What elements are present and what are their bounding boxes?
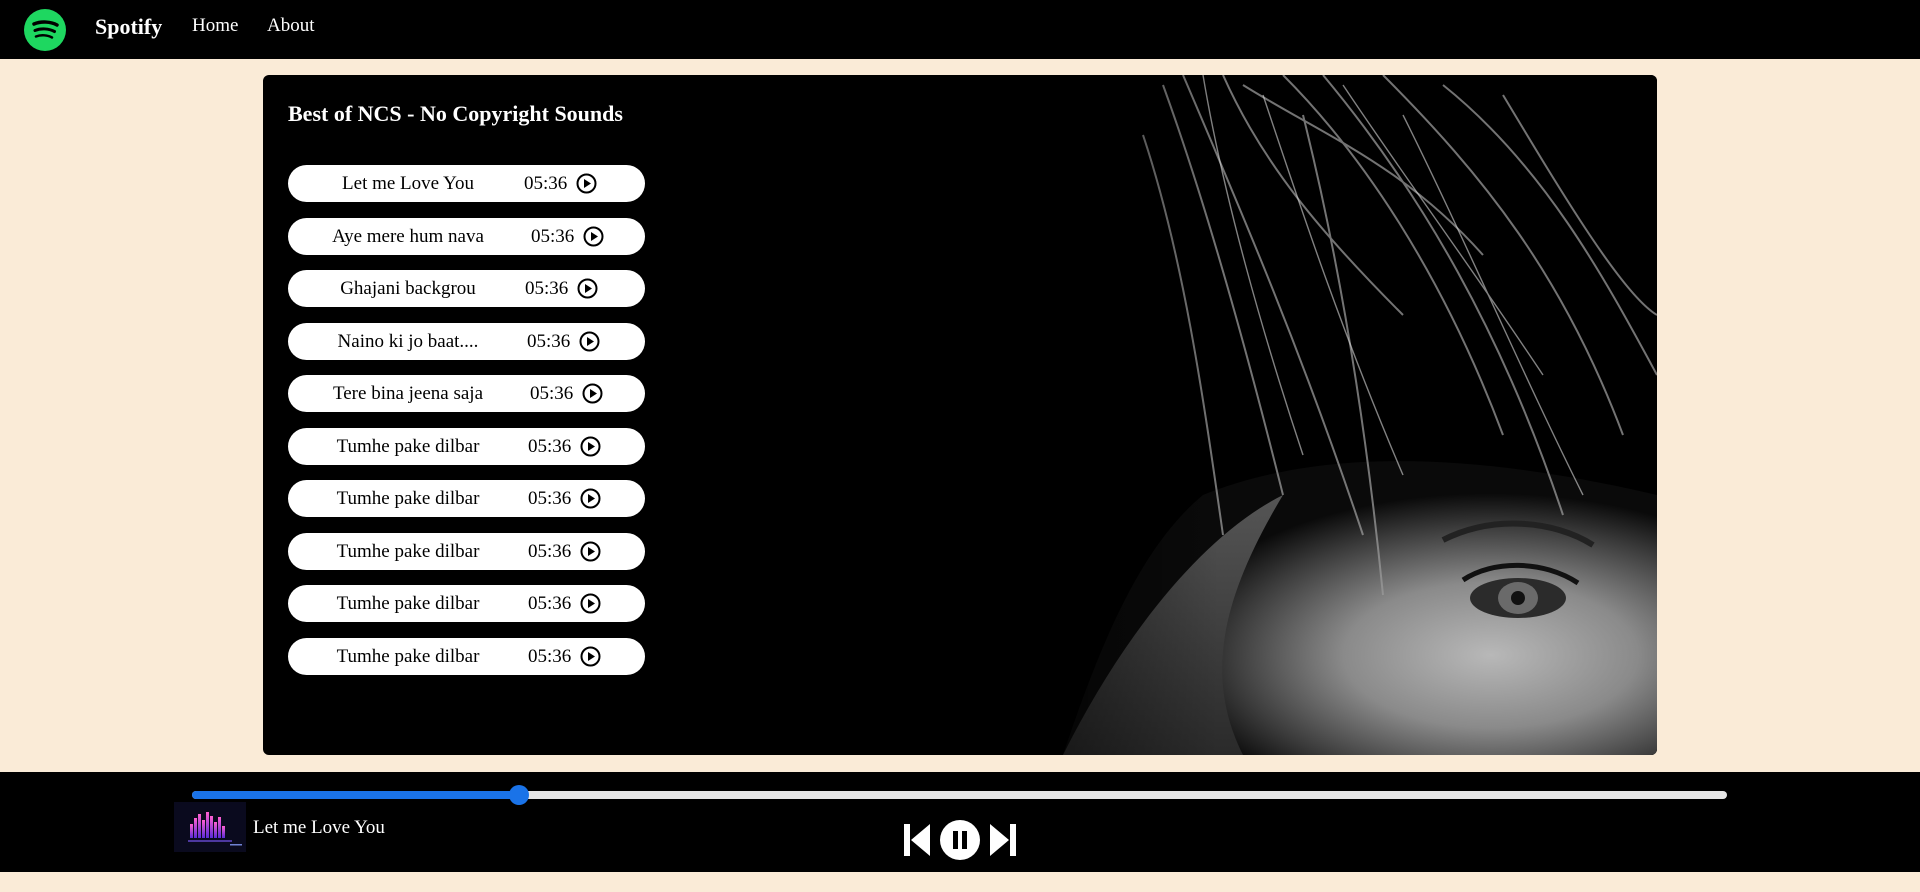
song-name: Naino ki jo baat.... — [337, 330, 479, 352]
song-duration: 05:36 — [525, 278, 569, 299]
pause-icon[interactable] — [939, 819, 981, 861]
song-item[interactable]: Tumhe pake dilbar 05:36 — [288, 480, 645, 517]
song-name: Tumhe pake dilbar — [336, 488, 480, 509]
play-circle-icon[interactable] — [579, 331, 600, 352]
song-duration: 05:36 — [528, 488, 572, 509]
song-duration: 05:36 — [528, 540, 572, 562]
song-item[interactable]: Ghajani backgrou 05:36 — [288, 270, 645, 307]
spotify-logo-icon[interactable] — [24, 9, 66, 51]
song-item[interactable]: Let me Love You 05:36 — [288, 165, 645, 202]
song-name: Tumhe pake dilbar — [336, 593, 480, 614]
song-duration: 05:36 — [528, 435, 572, 457]
song-name: Tere bina jeena saja — [332, 383, 484, 404]
progress-fill — [192, 791, 519, 799]
song-item[interactable]: Naino ki jo baat.... 05:36 — [288, 322, 645, 360]
song-item[interactable]: Tere bina jeena saja 05:36 — [288, 375, 645, 412]
nav-link-about[interactable]: About — [267, 13, 315, 39]
playlist-container: Best of NCS - No Copyright Sounds Let me… — [263, 75, 1657, 755]
player-bar: Let me Love You — [0, 772, 1920, 872]
progress-bar[interactable] — [192, 785, 1727, 805]
next-icon[interactable] — [988, 820, 1018, 860]
song-list: Let me Love You 05:36 Aye mere hum nava … — [288, 165, 645, 690]
song-duration: 05:36 — [528, 593, 572, 614]
now-playing-title: Let me Love You — [253, 817, 385, 838]
song-duration: 05:36 — [528, 645, 572, 667]
nav-link-home[interactable]: Home — [192, 13, 238, 39]
play-circle-icon[interactable] — [580, 436, 601, 457]
play-circle-icon[interactable] — [580, 488, 601, 509]
play-circle-icon[interactable] — [580, 593, 601, 614]
song-item[interactable]: Tumhe pake dilbar 05:36 — [288, 637, 645, 675]
song-item[interactable]: Tumhe pake dilbar 05:36 — [288, 427, 645, 465]
previous-icon[interactable] — [902, 820, 932, 860]
progress-thumb[interactable] — [508, 785, 529, 805]
play-circle-icon[interactable] — [580, 646, 601, 667]
song-item[interactable]: Tumhe pake dilbar 05:36 — [288, 585, 645, 622]
play-circle-icon[interactable] — [576, 173, 597, 194]
song-name: Tumhe pake dilbar — [336, 540, 480, 562]
song-name: Tumhe pake dilbar — [336, 645, 480, 667]
play-circle-icon[interactable] — [577, 278, 598, 299]
play-circle-icon[interactable] — [580, 541, 601, 562]
equalizer-icon — [174, 802, 246, 852]
song-duration: 05:36 — [524, 173, 568, 194]
song-item[interactable]: Tumhe pake dilbar 05:36 — [288, 532, 645, 570]
song-name: Ghajani backgrou — [340, 278, 476, 299]
song-duration: 05:36 — [527, 330, 571, 352]
song-name: Let me Love You — [342, 173, 474, 194]
song-duration: 05:36 — [531, 225, 575, 247]
song-duration: 05:36 — [530, 383, 574, 404]
play-circle-icon[interactable] — [582, 383, 603, 404]
song-name: Tumhe pake dilbar — [336, 435, 480, 457]
song-name: Aye mere hum nava — [332, 225, 484, 247]
hero-artwork-image — [683, 75, 1657, 755]
song-item[interactable]: Aye mere hum nava 05:36 — [288, 217, 645, 255]
navbar: Spotify Home About — [0, 0, 1920, 59]
play-circle-icon[interactable] — [583, 226, 604, 247]
brand-name[interactable]: Spotify — [95, 13, 162, 41]
playlist-title: Best of NCS - No Copyright Sounds — [288, 101, 623, 126]
